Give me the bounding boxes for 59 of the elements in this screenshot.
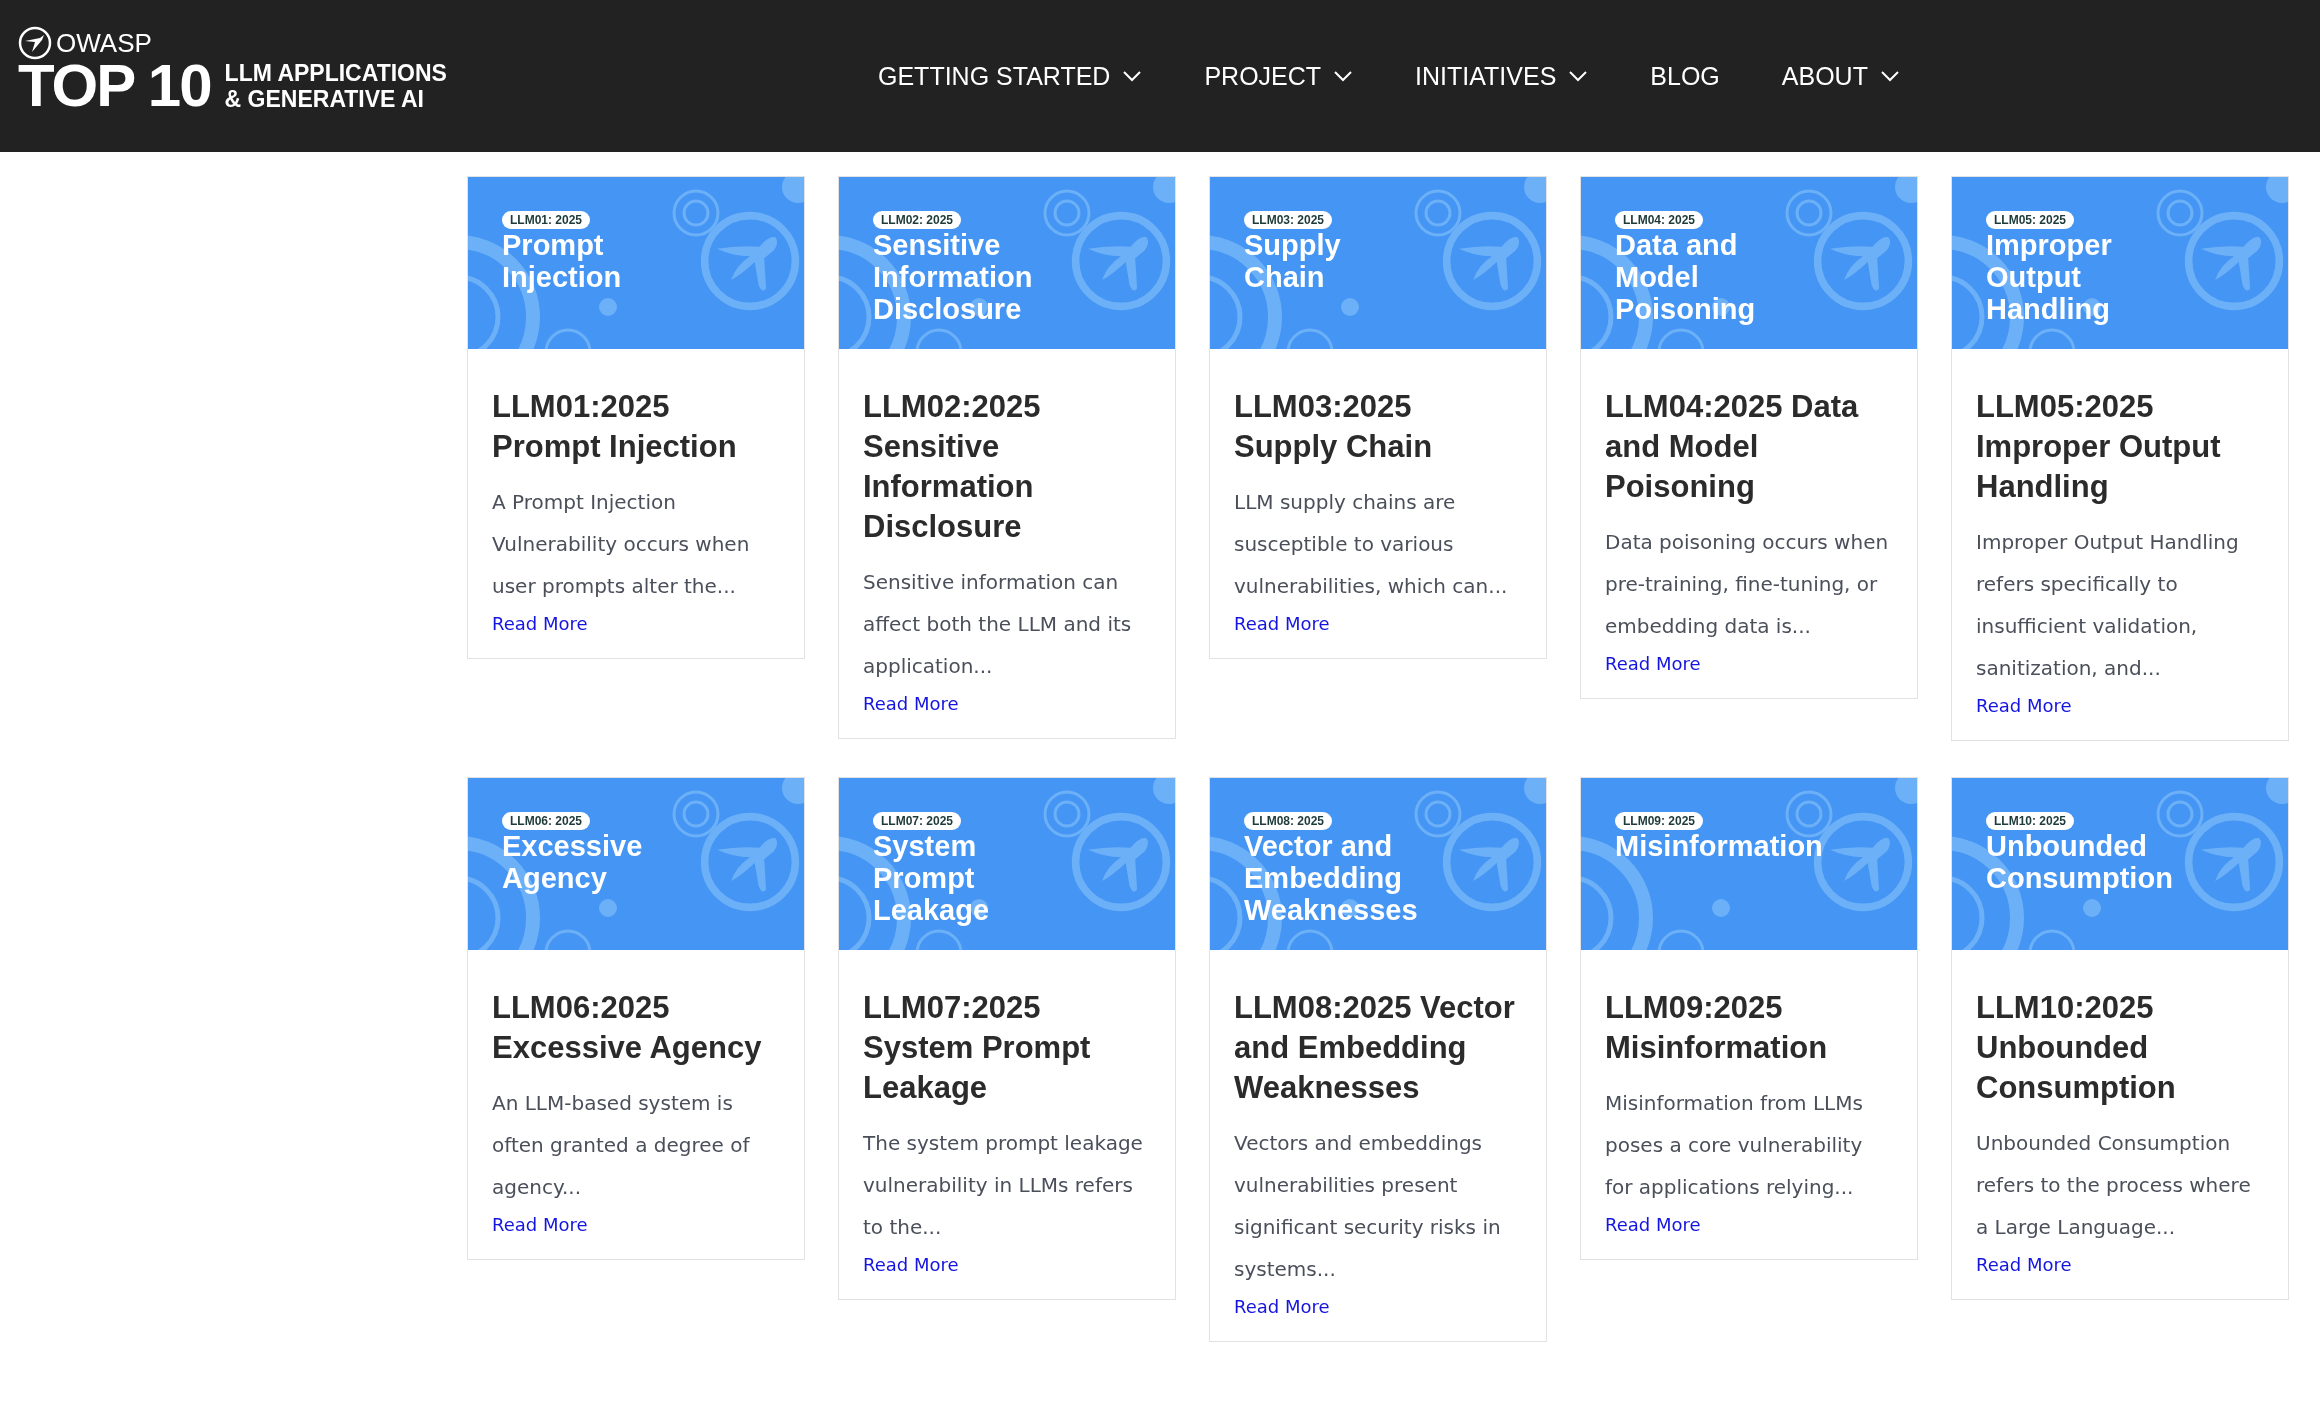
banner-title: Supply Chain xyxy=(1244,229,1341,293)
banner-title: Data and Model Poisoning xyxy=(1615,229,1756,325)
year-badge: LLM07: 2025 xyxy=(873,812,962,830)
card-title[interactable]: LLM05:2025 Improper Output Handling xyxy=(1976,387,2264,507)
banner-title: System Prompt Leakage xyxy=(873,830,990,926)
read-more-link[interactable]: Read More xyxy=(1234,613,1330,634)
card-title[interactable]: LLM10:2025 Unbounded Consumption xyxy=(1976,988,2264,1108)
nav-link[interactable]: ABOUT xyxy=(1781,61,1900,91)
year-badge: LLM04: 2025 xyxy=(1615,211,1704,229)
nav-link[interactable]: PROJECT xyxy=(1204,61,1354,91)
card-title[interactable]: LLM02:2025 Sensitive Information Disclosure xyxy=(863,387,1151,547)
banner-title: Vector and Embedding Weaknesses xyxy=(1244,830,1418,926)
banner-title: Sensitive Information Disclosure xyxy=(873,229,1033,325)
logo-subtitle[interactable]: LLM APPLICATIONS xyxy=(224,59,447,86)
card-title[interactable]: LLM07:2025 System Prompt Leakage xyxy=(863,988,1151,1108)
read-more-link[interactable]: Read More xyxy=(1976,695,2072,716)
read-more-link[interactable]: Read More xyxy=(863,693,959,714)
read-more-link[interactable]: Read More xyxy=(1605,1214,1701,1235)
banner-title: Prompt Injection xyxy=(502,229,622,293)
read-more-link[interactable]: Read More xyxy=(1976,1254,2072,1275)
card-excerpt: Misinformation from LLMs poses a core vulnerability for applications relying... xyxy=(1605,1090,1864,1201)
nav-link[interactable]: GETTING STARTED xyxy=(878,61,1143,91)
card-excerpt: Data poisoning occurs when pre-training, fine-tuning, or embedding data is... xyxy=(1605,529,1890,640)
year-badge: LLM08: 2025 xyxy=(1244,812,1333,830)
brand-text[interactable]: OWASP xyxy=(56,27,152,59)
card-title[interactable]: LLM03:2025 Supply Chain xyxy=(1234,387,1522,467)
nav-link[interactable]: INITIATIVES xyxy=(1415,61,1589,91)
read-more-link[interactable]: Read More xyxy=(863,1254,959,1275)
card-title[interactable]: LLM08:2025 Vector and Embedding Weaknesses xyxy=(1234,988,1522,1108)
year-badge: LLM02: 2025 xyxy=(873,211,962,229)
logo-title[interactable]: TOP 10 xyxy=(18,56,211,116)
card-excerpt: The system prompt leakage vulnerability in LLMs refers to the... xyxy=(863,1130,1144,1241)
card-excerpt: A Prompt Injection Vulnerability occurs when user prompts alter the... xyxy=(492,489,751,600)
card-excerpt: Improper Output Handling refers specifically to insufficient validation, sanitization, and... xyxy=(1976,529,2240,682)
year-badge: LLM01: 2025 xyxy=(502,211,591,229)
card-title[interactable]: LLM04:2025 Data and Model Poisoning xyxy=(1605,387,1893,507)
read-more-link[interactable]: Read More xyxy=(492,613,588,634)
year-badge: LLM10: 2025 xyxy=(1986,812,2075,830)
banner-title: Excessive Agency xyxy=(502,830,643,894)
read-more-link[interactable]: Read More xyxy=(1234,1296,1330,1317)
card-title[interactable]: LLM06:2025 Excessive Agency xyxy=(492,988,780,1068)
read-more-link[interactable]: Read More xyxy=(492,1214,588,1235)
card-excerpt: Sensitive information can affect both the LLM and its application... xyxy=(863,569,1133,680)
card-excerpt: An LLM-based system is often granted a degree of agency... xyxy=(492,1090,751,1201)
card-excerpt: Unbounded Consumption refers to the process where a Large Language... xyxy=(1976,1130,2252,1241)
logo-subtitle[interactable]: & GENERATIVE AI xyxy=(224,86,447,113)
banner-title: Improper Output Handling xyxy=(1986,229,2112,325)
nav-link[interactable]: BLOG xyxy=(1650,61,1720,91)
card-title[interactable]: LLM09:2025 Misinformation xyxy=(1605,988,1893,1068)
year-badge: LLM06: 2025 xyxy=(502,812,591,830)
banner-title: Misinformation xyxy=(1615,830,1823,862)
card-excerpt: LLM supply chains are susceptible to various vulnerabilities, which can... xyxy=(1234,489,1509,600)
banner-title: Unbounded Consumption xyxy=(1986,830,2173,894)
year-badge: LLM09: 2025 xyxy=(1615,812,1704,830)
read-more-link[interactable]: Read More xyxy=(1605,653,1701,674)
year-badge: LLM05: 2025 xyxy=(1986,211,2075,229)
card-excerpt: Vectors and embeddings vulnerabilities present significant security risks in systems... xyxy=(1234,1130,1502,1283)
card-title[interactable]: LLM01:2025 Prompt Injection xyxy=(492,387,780,467)
year-badge: LLM03: 2025 xyxy=(1244,211,1333,229)
